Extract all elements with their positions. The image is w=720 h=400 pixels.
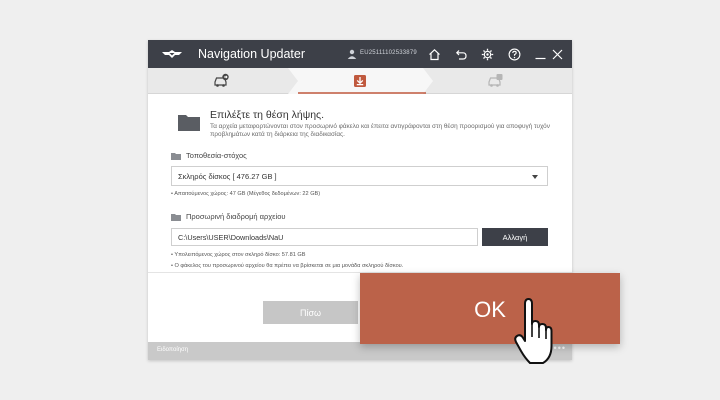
chevron-down-icon <box>532 175 538 179</box>
close-icon <box>552 49 562 59</box>
brand-logo-icon <box>162 50 182 58</box>
temp-path-label-row: Προσωρινή διαδρομή αρχείου <box>171 212 285 221</box>
help-button[interactable] <box>506 46 522 62</box>
gear-icon <box>481 48 493 60</box>
status-dots: ••• <box>553 343 566 353</box>
target-location-select[interactable]: Σκληρός δίσκος [ 476.27 GB ] <box>171 166 548 186</box>
user-id: EU25111102533879 <box>360 50 417 56</box>
ok-button-label: OK <box>474 296 506 322</box>
back-button[interactable]: Πίσω <box>263 301 358 324</box>
app-title: Navigation Updater <box>198 47 306 61</box>
temp-path-input[interactable] <box>171 228 478 246</box>
remaining-space-note: • Υπολειπόμενος χώρος στον σκληρό δίσκο:… <box>171 252 306 258</box>
close-button[interactable] <box>549 46 565 62</box>
page-heading: Επιλέξτε τη θέση λήψης. <box>210 109 325 121</box>
step-indicator <box>148 68 572 94</box>
temp-folder-note: • Ο φάκελος του προσωρινού αρχείου θα πρ… <box>171 263 404 269</box>
minimize-icon <box>535 57 545 59</box>
folder-icon <box>178 115 200 131</box>
target-location-value: Σκληρός δίσκος [ 476.27 GB ] <box>178 172 277 181</box>
car-connect-icon <box>214 73 229 87</box>
download-icon <box>354 75 366 87</box>
home-button[interactable] <box>426 46 442 62</box>
settings-button[interactable] <box>479 46 495 62</box>
car-install-icon <box>488 74 503 87</box>
status-bar: Ειδοποίηση ••• <box>148 342 572 360</box>
hand-cursor-icon <box>514 298 553 364</box>
help-icon <box>508 48 520 60</box>
page-description: Τα αρχεία μεταφορτώνονται στον προσωρινό… <box>210 123 550 138</box>
change-path-button[interactable]: Αλλαγή <box>482 228 548 246</box>
minimize-button[interactable] <box>532 46 548 62</box>
folder-small-icon <box>171 213 181 221</box>
temp-path-label: Προσωρινή διαδρομή αρχείου <box>186 212 286 221</box>
target-location-label: Τοποθεσία-στόχος <box>186 151 247 160</box>
back-nav-button[interactable] <box>453 46 469 62</box>
home-icon <box>428 48 440 60</box>
ok-button[interactable]: OK <box>360 273 620 344</box>
notification-label: Ειδοποίηση <box>157 347 189 353</box>
title-bar: Navigation Updater EU25111102533879 <box>148 40 572 68</box>
folder-small-icon <box>171 152 181 160</box>
undo-arrow-icon <box>455 49 467 60</box>
user-icon <box>347 49 357 59</box>
target-location-label-row: Τοποθεσία-στόχος <box>171 151 247 160</box>
required-space-note: • Απαιτούμενος χώρος: 47 GB (Μέγεθος δεδ… <box>171 191 321 197</box>
